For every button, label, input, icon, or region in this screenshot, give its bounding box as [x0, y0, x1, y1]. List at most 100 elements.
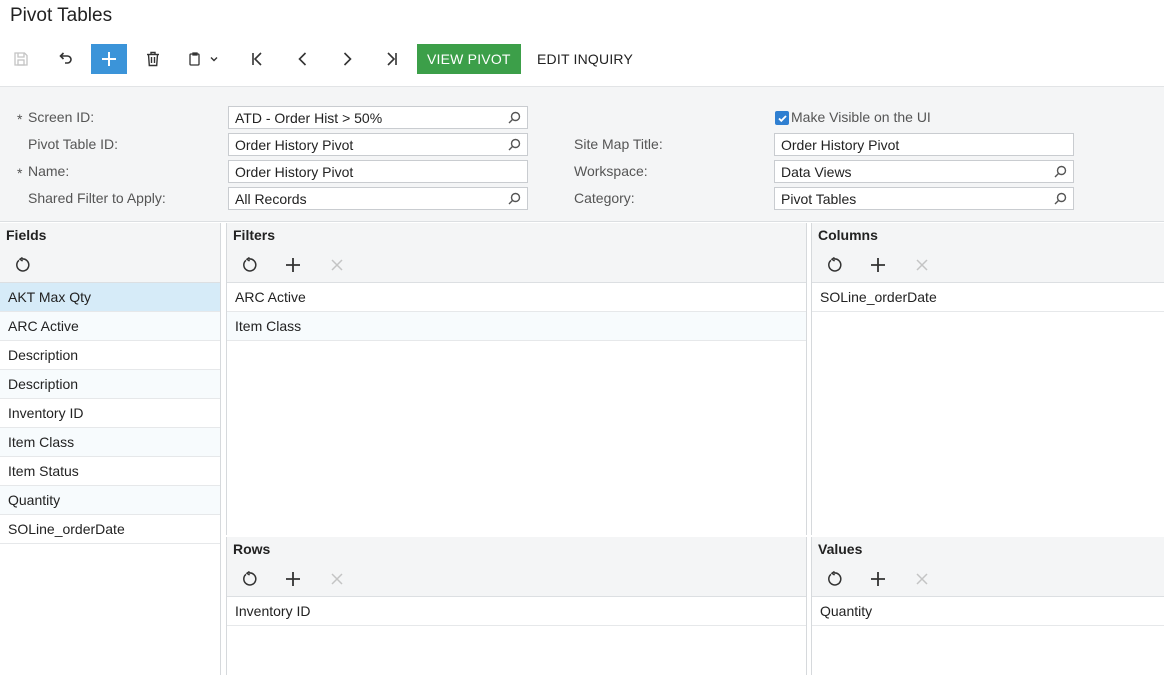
screen-id-label: Screen ID: — [28, 109, 95, 125]
add-column-button[interactable] — [865, 253, 891, 277]
screen-id-value: ATD - Order Hist > 50% — [235, 109, 383, 126]
site-map-title-value: Order History Pivot — [781, 136, 900, 153]
clipboard-menu-button[interactable] — [180, 44, 226, 74]
last-icon — [387, 52, 397, 66]
make-visible-checkbox[interactable] — [775, 111, 789, 125]
columns-title: Columns — [818, 227, 878, 243]
name-field[interactable]: Order History Pivot — [228, 160, 528, 183]
refresh-icon — [16, 257, 30, 272]
filters-list: ARC Active Item Class — [227, 283, 806, 341]
add-value-button[interactable] — [865, 567, 891, 591]
chevron-right-icon — [343, 52, 352, 66]
clipboard-icon — [189, 52, 200, 66]
search-icon[interactable] — [1053, 192, 1067, 206]
workspace-label: Workspace: — [574, 163, 648, 179]
previous-record-button[interactable] — [285, 44, 321, 74]
name-label: Name: — [28, 163, 70, 179]
chevron-down-icon — [210, 57, 218, 62]
refresh-icon — [243, 257, 257, 272]
list-item[interactable]: SOLine_orderDate — [812, 283, 1164, 312]
category-field[interactable]: Pivot Tables — [774, 187, 1074, 210]
search-icon[interactable] — [507, 138, 521, 152]
filters-title: Filters — [233, 227, 276, 243]
rows-panel: Rows Inventory ID — [226, 537, 807, 675]
columns-panel: Columns SOLine_orderDate — [811, 223, 1164, 535]
list-item[interactable]: Item Class — [227, 312, 806, 341]
pivot-table-id-value: Order History Pivot — [235, 136, 354, 153]
refresh-button[interactable] — [821, 567, 847, 591]
list-item[interactable]: Quantity — [0, 486, 220, 515]
plus-icon — [871, 572, 885, 586]
search-icon[interactable] — [507, 192, 521, 206]
save-icon — [14, 52, 28, 66]
required-marker: * — [17, 111, 23, 127]
plus-icon — [286, 258, 300, 272]
filters-panel: Filters ARC Active Item Class — [226, 223, 807, 535]
search-icon[interactable] — [507, 111, 521, 125]
site-map-title-label: Site Map Title: — [574, 136, 663, 152]
site-map-title-field[interactable]: Order History Pivot — [774, 133, 1074, 156]
category-value: Pivot Tables — [781, 190, 857, 207]
remove-value-button[interactable] — [909, 567, 935, 591]
view-pivot-button[interactable]: VIEW PIVOT — [417, 44, 521, 74]
refresh-icon — [243, 571, 257, 586]
next-record-button[interactable] — [329, 44, 365, 74]
checkmark-icon — [777, 114, 787, 122]
shared-filter-value: All Records — [235, 190, 307, 207]
last-record-button[interactable] — [373, 44, 409, 74]
refresh-icon — [828, 571, 842, 586]
pivot-table-form: * Screen ID: ATD - Order Hist > 50% Pivo… — [0, 86, 1164, 222]
list-item[interactable]: Description — [0, 370, 220, 399]
list-item[interactable]: SOLine_orderDate — [0, 515, 220, 544]
category-label: Category: — [574, 190, 635, 206]
refresh-button[interactable] — [236, 253, 262, 277]
edit-inquiry-button[interactable]: EDIT INQUIRY — [527, 44, 643, 74]
list-item[interactable]: ARC Active — [0, 312, 220, 341]
plus-icon — [286, 572, 300, 586]
required-marker: * — [17, 165, 23, 181]
undo-button[interactable] — [47, 44, 83, 74]
list-item[interactable]: ARC Active — [227, 283, 806, 312]
workspace-field[interactable]: Data Views — [774, 160, 1074, 183]
refresh-button[interactable] — [821, 253, 847, 277]
save-button[interactable] — [3, 44, 39, 74]
first-record-button[interactable] — [240, 44, 276, 74]
refresh-button[interactable] — [9, 253, 35, 277]
pivot-table-id-label: Pivot Table ID: — [28, 136, 119, 152]
name-value: Order History Pivot — [235, 163, 354, 180]
values-panel: Values Quantity — [811, 537, 1164, 675]
add-filter-button[interactable] — [280, 253, 306, 277]
fields-list: AKT Max Qty ARC Active Description Descr… — [0, 283, 220, 544]
pivot-table-id-field[interactable]: Order History Pivot — [228, 133, 528, 156]
list-item[interactable]: Description — [0, 341, 220, 370]
list-item[interactable]: Item Class — [0, 428, 220, 457]
remove-filter-button[interactable] — [324, 253, 350, 277]
delete-button[interactable] — [135, 44, 171, 74]
refresh-button[interactable] — [236, 567, 262, 591]
add-button[interactable] — [91, 44, 127, 74]
list-item[interactable]: Item Status — [0, 457, 220, 486]
make-visible-label: Make Visible on the UI — [791, 109, 931, 125]
panel-divider — [220, 223, 221, 675]
remove-column-button[interactable] — [909, 253, 935, 277]
trash-icon — [147, 51, 159, 67]
list-item[interactable]: Inventory ID — [227, 597, 806, 626]
remove-row-button[interactable] — [324, 567, 350, 591]
list-item[interactable]: Inventory ID — [0, 399, 220, 428]
close-icon — [916, 573, 928, 585]
main-toolbar: VIEW PIVOT EDIT INQUIRY — [0, 44, 700, 74]
chevron-left-icon — [298, 52, 307, 66]
close-icon — [331, 573, 343, 585]
search-icon[interactable] — [1053, 165, 1067, 179]
values-list: Quantity — [812, 597, 1164, 626]
screen-id-field[interactable]: ATD - Order Hist > 50% — [228, 106, 528, 129]
add-row-button[interactable] — [280, 567, 306, 591]
fields-panel: Fields AKT Max Qty ARC Active Descriptio… — [0, 223, 220, 675]
workspace-value: Data Views — [781, 163, 852, 180]
list-item[interactable]: Quantity — [812, 597, 1164, 626]
list-item[interactable]: AKT Max Qty — [0, 283, 220, 312]
columns-list: SOLine_orderDate — [812, 283, 1164, 312]
undo-icon — [58, 52, 72, 64]
refresh-icon — [828, 257, 842, 272]
shared-filter-field[interactable]: All Records — [228, 187, 528, 210]
